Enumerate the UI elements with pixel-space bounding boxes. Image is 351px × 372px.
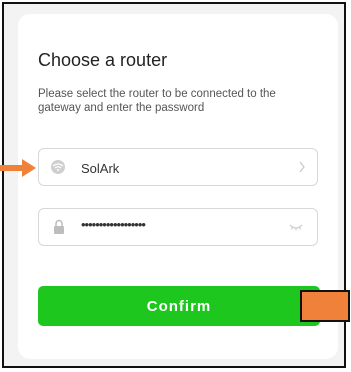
chevron-right-icon — [299, 161, 305, 173]
confirm-button[interactable]: Confirm — [38, 286, 320, 326]
page-title: Choose a router — [38, 50, 168, 70]
router-name: SolArk — [81, 161, 120, 176]
wifi-icon — [51, 160, 65, 174]
annotation-highlight-box — [300, 290, 350, 322]
eye-closed-icon[interactable] — [289, 223, 303, 231]
arrow-right-icon — [0, 159, 36, 177]
password-field[interactable]: •••••••••••••••••• — [38, 208, 318, 246]
lock-icon — [54, 219, 64, 234]
router-select[interactable]: SolArk — [38, 148, 318, 186]
password-input[interactable]: •••••••••••••••••• — [81, 217, 146, 232]
page-subtitle: Please select the router to be connected… — [38, 88, 276, 114]
